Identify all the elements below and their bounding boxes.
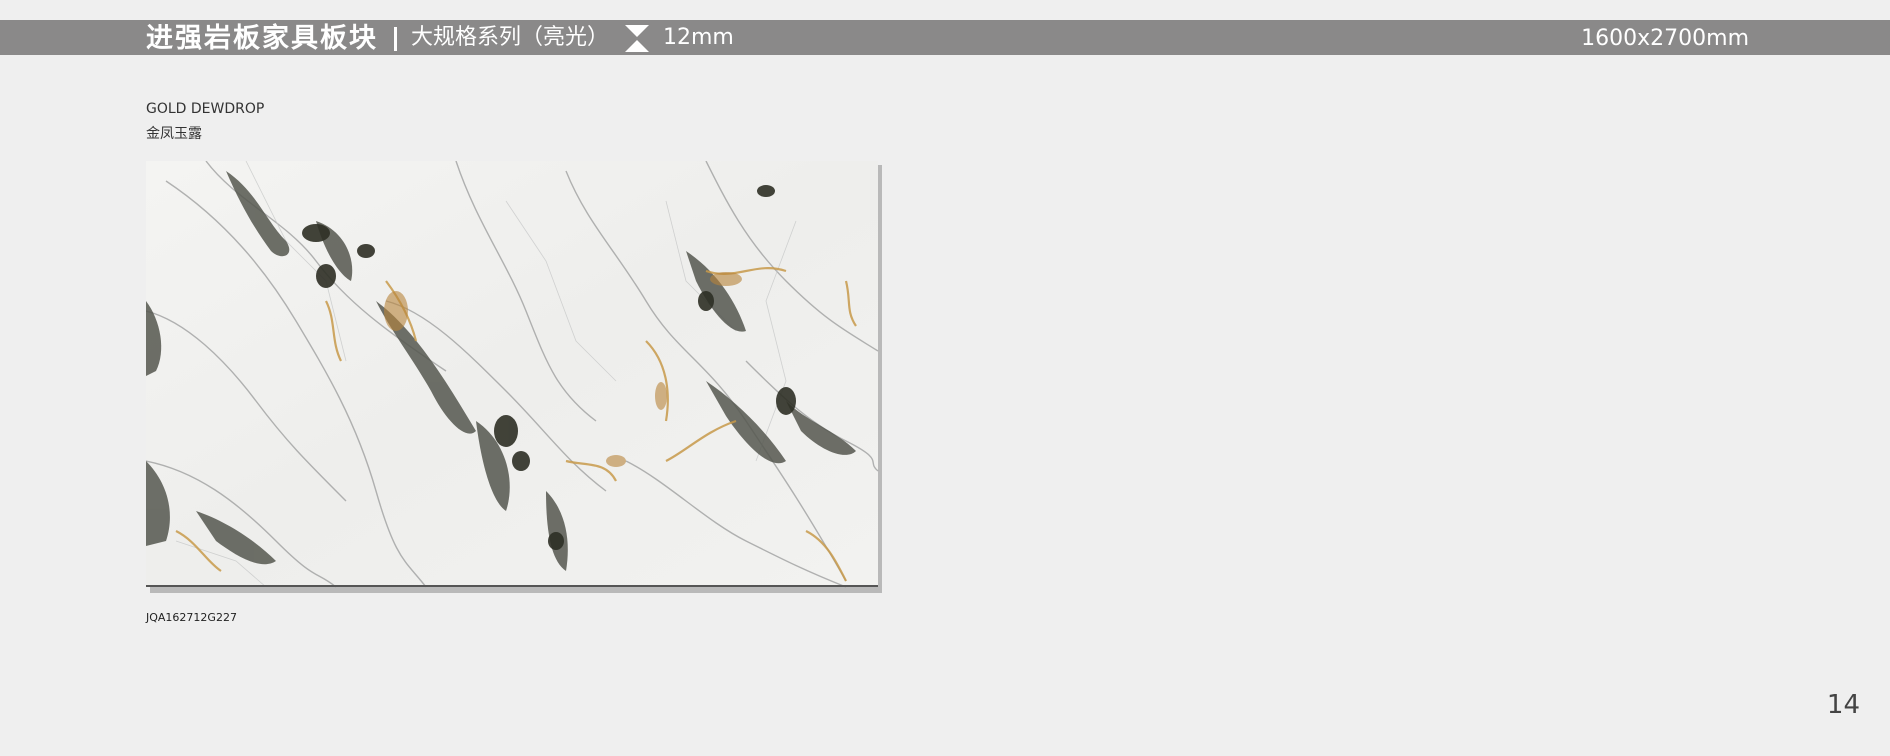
header-divider	[394, 27, 397, 51]
product-name-en: GOLD DEWDROP	[146, 101, 265, 117]
thickness-icon	[625, 25, 649, 52]
marble-slab-image	[146, 161, 882, 593]
thickness-value: 12mm	[663, 25, 734, 50]
slab-size: 1600x2700mm	[1581, 26, 1749, 51]
product-name-cn: 金凤玉露	[146, 126, 202, 142]
brand-title: 进强岩板家具板块	[146, 23, 378, 54]
series-label: 大规格系列（亮光）	[411, 25, 610, 50]
product-code: JQA162712G227	[146, 611, 237, 624]
page-number: 14	[1826, 690, 1860, 720]
